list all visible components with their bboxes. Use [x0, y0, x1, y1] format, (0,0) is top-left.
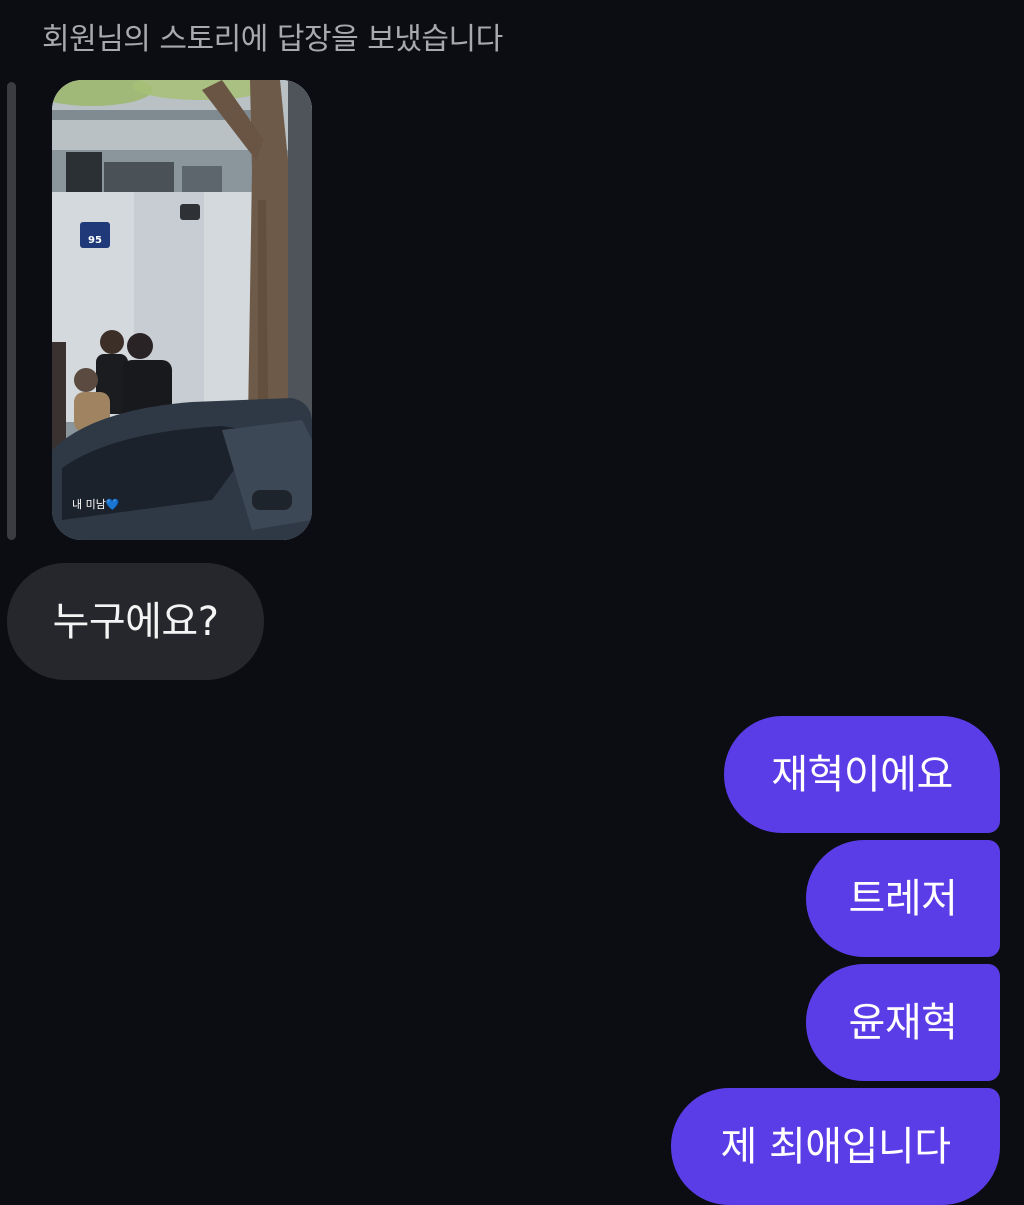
sent-message[interactable]: 윤재혁 — [806, 964, 1000, 1081]
received-message[interactable]: 누구에요? — [7, 563, 264, 680]
reply-context-label: 회원님의 스토리에 답장을 보냈습니다 — [42, 22, 503, 57]
quote-bar — [7, 82, 16, 540]
address-sign-number: 95 — [88, 235, 102, 246]
sent-message[interactable]: 제 최애입니다 — [671, 1088, 1000, 1205]
sent-message[interactable]: 트레저 — [806, 840, 1000, 957]
story-caption: 내 미남💙 — [72, 498, 120, 511]
story-photo: 95 — [52, 80, 312, 540]
story-reply-thumbnail[interactable]: 95 내 미남💙 — [52, 80, 312, 540]
sent-message[interactable]: 재혁이에요 — [724, 716, 1000, 833]
